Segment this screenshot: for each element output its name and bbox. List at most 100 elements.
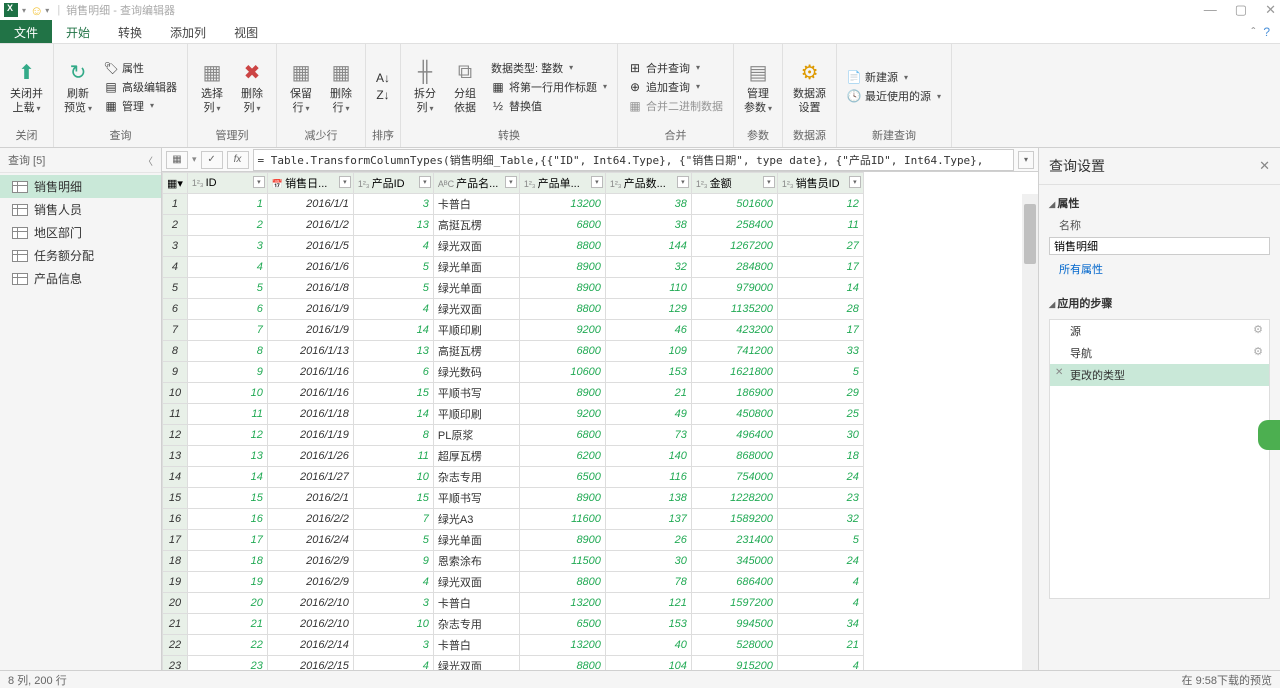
floating-badge[interactable] [1258,420,1280,450]
advanced-editor-button[interactable]: ▤高级编辑器 [100,78,181,96]
close-load-button[interactable]: ⬆ 关闭并 上载 [6,56,47,116]
close-settings-icon[interactable]: ✕ [1259,158,1270,174]
table-row[interactable]: 14142016/1/2710杂志专用650011675400024 [163,467,864,488]
minimize-button[interactable]: — [1204,2,1217,18]
query-item[interactable]: 任务额分配 [0,244,161,267]
data-source-settings-button[interactable]: ⚙ 数据源 设置 [789,56,830,116]
choose-columns-button[interactable]: 选择 列 [194,56,230,116]
remove-rows-button[interactable]: 删除 行 [323,56,359,116]
close-button[interactable]: ✕ [1265,2,1276,18]
select-all-corner[interactable]: ▦▾ [163,173,188,194]
column-header[interactable]: 1²₃产品数...▾ [605,173,691,194]
formula-bar: ▦ ▾ ✓ fx = Table.TransformColumnTypes(销售… [162,148,1038,172]
data-grid[interactable]: ▦▾1²₃ID▾📅销售日...▾1²₃产品ID▾AᴮC产品名...▾1²₃产品单… [162,172,1038,670]
applied-step[interactable]: 更改的类型 [1050,364,1269,386]
table-row[interactable]: 112016/1/13卡普白132003850160012 [163,194,864,215]
query-item[interactable]: 销售明细 [0,175,161,198]
column-header[interactable]: 1²₃产品单...▾ [519,173,605,194]
column-filter-icon[interactable]: ▾ [763,176,775,188]
tab-home[interactable]: 开始 [52,20,104,43]
table-row[interactable]: 18182016/2/99恩索涂布115003034500024 [163,551,864,572]
table-row[interactable]: 442016/1/65绿光单面89003228480017 [163,257,864,278]
table-icon [12,250,28,262]
column-header[interactable]: AᴮC产品名...▾ [433,173,519,194]
table-icon[interactable]: ▦ [166,151,188,169]
tab-transform[interactable]: 转换 [104,20,156,43]
maximize-button[interactable]: ▢ [1235,2,1247,18]
column-header[interactable]: 1²₃产品ID▾ [353,173,433,194]
append-queries-button[interactable]: ⊕追加查询 [624,78,727,96]
first-row-header-button[interactable]: ▦将第一行用作标题 [487,78,611,96]
queries-pane: 查询 [5] 〈 销售明细销售人员地区部门任务额分配产品信息 [0,148,162,670]
query-name-input[interactable] [1049,237,1270,255]
all-properties-link[interactable]: 所有属性 [1049,259,1270,279]
table-row[interactable]: 15152016/2/115平顺书写8900138122820023 [163,488,864,509]
column-filter-icon[interactable]: ▾ [849,176,861,188]
keep-rows-button[interactable]: 保留 行 [283,56,319,116]
tab-file[interactable]: 文件 [0,20,52,43]
merge-queries-button[interactable]: ⊞合并查询 [624,59,727,77]
properties-section-title[interactable]: 属性 [1049,191,1270,215]
manage-button[interactable]: ▦管理 [100,97,181,115]
column-header[interactable]: 1²₃金额▾ [691,173,777,194]
column-header[interactable]: 1²₃ID▾ [187,173,267,194]
replace-values-button[interactable]: ½替换值 [487,97,611,115]
collapse-ribbon-icon[interactable]: ˆ [1251,25,1255,39]
table-row[interactable]: 22222016/2/143卡普白132004052800021 [163,635,864,656]
manage-params-button[interactable]: ▤ 管理 参数 [740,56,776,116]
query-item[interactable]: 销售人员 [0,198,161,221]
table-row[interactable]: 21212016/2/1010杂志专用650015399450034 [163,614,864,635]
column-filter-icon[interactable]: ▾ [677,176,689,188]
table-row[interactable]: 662016/1/94绿光双面8800129113520028 [163,299,864,320]
column-filter-icon[interactable]: ▾ [591,176,603,188]
vertical-scrollbar[interactable] [1022,194,1038,670]
table-row[interactable]: 12122016/1/198PL原浆68007349640030 [163,425,864,446]
column-header[interactable]: 1²₃销售员ID▾ [777,173,863,194]
table-row[interactable]: 992016/1/166绿光数码1060015316218005 [163,362,864,383]
table-row[interactable]: 10102016/1/1615平顺书写89002118690029 [163,383,864,404]
remove-columns-button[interactable]: ✖ 删除 列 [234,56,270,116]
properties-button[interactable]: 🏷属性 [100,59,181,77]
gear-icon[interactable]: ⚙ [1253,323,1263,336]
formula-dropdown[interactable]: ▾ [1018,151,1034,169]
column-filter-icon[interactable]: ▾ [419,176,431,188]
refresh-preview-button[interactable]: ↻ 刷新 预览 [60,56,96,116]
collapse-queries-icon[interactable]: 〈 [143,153,153,168]
split-column-button[interactable]: ╫ 拆分 列 [407,56,443,116]
column-filter-icon[interactable]: ▾ [253,176,265,188]
table-row[interactable]: 552016/1/85绿光单面890011097900014 [163,278,864,299]
table-row[interactable]: 11112016/1/1814平顺印刷92004945080025 [163,404,864,425]
column-filter-icon[interactable]: ▾ [339,176,351,188]
applied-step[interactable]: 源⚙ [1050,320,1269,342]
group-by-button[interactable]: ⧉ 分组 依据 [447,56,483,116]
table-row[interactable]: 332016/1/54绿光双面8800144126720027 [163,236,864,257]
table-row[interactable]: 16162016/2/27绿光A311600137158920032 [163,509,864,530]
new-source-button[interactable]: 📄新建源 [843,68,945,86]
tab-addcolumn[interactable]: 添加列 [156,20,220,43]
table-row[interactable]: 772016/1/914平顺印刷92004642320017 [163,320,864,341]
recent-sources-button[interactable]: 🕓最近使用的源 [843,87,945,105]
query-item[interactable]: 地区部门 [0,221,161,244]
check-button[interactable]: ✓ [201,151,223,169]
table-row[interactable]: 17172016/2/45绿光单面8900262314005 [163,530,864,551]
table-row[interactable]: 222016/1/213高挺瓦楞68003825840011 [163,215,864,236]
table-row[interactable]: 23232016/2/154绿光双面88001049152004 [163,656,864,671]
applied-step[interactable]: 导航⚙ [1050,342,1269,364]
data-type-button[interactable]: 数据类型: 整数 [487,59,611,77]
formula-input[interactable]: = Table.TransformColumnTypes(销售明细_Table,… [253,149,1014,171]
table-row[interactable]: 19192016/2/94绿光双面8800786864004 [163,572,864,593]
query-item[interactable]: 产品信息 [0,267,161,290]
smiley-icon[interactable]: ☺ [30,3,43,18]
help-icon[interactable]: ? [1263,25,1270,39]
sort-desc-button[interactable]: Z↓ [372,87,394,103]
gear-icon[interactable]: ⚙ [1253,345,1263,358]
table-row[interactable]: 13132016/1/2611超厚瓦楞620014086800018 [163,446,864,467]
table-row[interactable]: 20202016/2/103卡普白1320012115972004 [163,593,864,614]
fx-button[interactable]: fx [227,151,249,169]
applied-steps-title[interactable]: 应用的步骤 [1049,291,1270,315]
column-filter-icon[interactable]: ▾ [505,176,517,188]
sort-asc-button[interactable]: A↓ [372,70,394,86]
table-row[interactable]: 882016/1/1313高挺瓦楞680010974120033 [163,341,864,362]
column-header[interactable]: 📅销售日...▾ [267,173,353,194]
tab-view[interactable]: 视图 [220,20,272,43]
